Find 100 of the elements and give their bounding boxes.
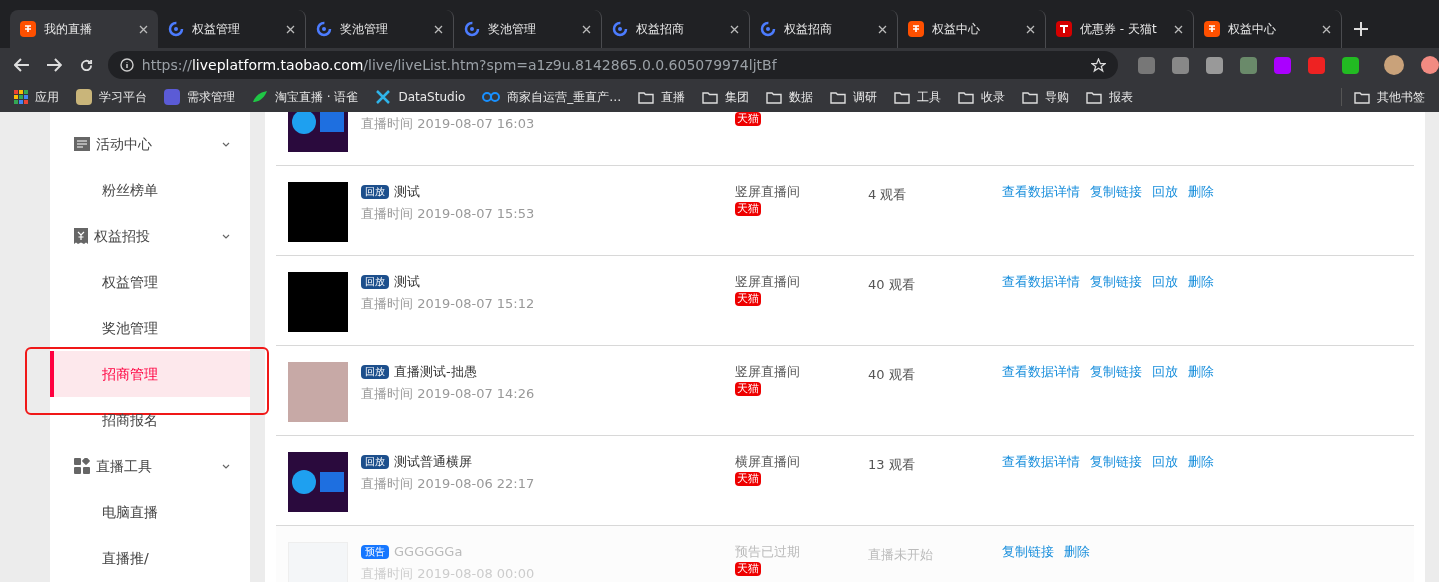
action-link[interactable]: 查看数据详情: [1002, 362, 1080, 382]
tab-title: 权益中心: [932, 21, 981, 38]
bookmark-item[interactable]: 需求管理: [164, 88, 235, 106]
live-time: 直播时间 2019-08-07 14:26: [361, 385, 536, 403]
browser-tab[interactable]: 我的直播: [10, 10, 158, 48]
extension-icon[interactable]: [1172, 56, 1189, 74]
back-arrow-icon[interactable]: [14, 58, 30, 72]
close-icon[interactable]: [286, 24, 295, 34]
action-link[interactable]: 复制链接: [1090, 452, 1142, 472]
bookmark-item[interactable]: 收录: [958, 88, 1006, 106]
live-title: GGGGGGa: [394, 543, 463, 562]
folder-icon: [1022, 90, 1039, 104]
extension-icon[interactable]: [1342, 56, 1359, 74]
action-link[interactable]: 删除: [1064, 542, 1090, 562]
close-icon[interactable]: [878, 24, 887, 34]
tab-title: 权益招商: [784, 21, 833, 38]
bookmark-item[interactable]: 调研: [830, 88, 878, 106]
taobao-logo-icon: [1204, 21, 1220, 37]
action-link[interactable]: 复制链接: [1090, 362, 1142, 382]
extension-icon[interactable]: [1274, 56, 1291, 74]
bookmark-item[interactable]: 学习平台: [76, 88, 147, 106]
view-count: 40 观看: [868, 277, 915, 292]
new-tab-icon[interactable]: [1354, 22, 1368, 36]
action-link[interactable]: 复制链接: [1002, 542, 1054, 562]
bookmark-item[interactable]: 商家自运营_垂直产…: [482, 88, 622, 106]
link-icon: [482, 91, 501, 103]
tab-title: 奖池管理: [340, 21, 389, 38]
bookmark-item[interactable]: 工具: [894, 88, 942, 106]
folder-icon: [702, 90, 719, 104]
sidebar-group[interactable]: 权益招投: [50, 213, 250, 259]
swirl-logo-icon: [464, 21, 480, 37]
action-link[interactable]: 回放: [1152, 452, 1178, 472]
status-tag: 回放: [361, 365, 389, 379]
sidebar-item[interactable]: 奖池管理: [50, 305, 250, 351]
extension-icon[interactable]: [1206, 56, 1223, 74]
game-cover-image: [288, 452, 348, 512]
action-link[interactable]: 回放: [1152, 272, 1178, 292]
notice-board-icon: [74, 136, 90, 152]
bookmark-item[interactable]: 报表: [1086, 88, 1134, 106]
extension-icon[interactable]: [1308, 56, 1325, 74]
live-time: 直播时间 2019-08-06 22:17: [361, 475, 536, 493]
close-icon[interactable]: [582, 24, 591, 34]
sidebar-group[interactable]: 直播工具: [50, 443, 250, 489]
sidebar-item[interactable]: 电脑直播: [50, 489, 250, 535]
photo-placeholder: [288, 362, 348, 422]
action-link[interactable]: 查看数据详情: [1002, 452, 1080, 472]
extension-icon[interactable]: [1138, 56, 1155, 74]
ruler-pencil-icon: [375, 89, 392, 105]
status-tag: 预告: [361, 545, 389, 559]
address-bar[interactable]: https://liveplatform.taobao.com/live/liveList.htm?spm=a1z9u.8142865.0.0.605079974ljtBf: [107, 51, 1118, 79]
folder-icon: [766, 90, 783, 104]
other-bookmarks[interactable]: 其他书签: [1341, 88, 1425, 106]
live-title: 测试: [394, 183, 420, 202]
bookmark-item[interactable]: 淘宝直播 · 语雀: [252, 88, 359, 106]
close-icon[interactable]: [730, 24, 739, 34]
status-tag: 回放: [361, 275, 389, 289]
bookmark-item[interactable]: 应用: [14, 88, 59, 106]
room-type: 竖屏直播间: [735, 183, 800, 201]
action-link[interactable]: 查看数据详情: [1002, 182, 1080, 202]
url-text: https://liveplatform.taobao.com/live/liveList.htm?spm=a1z9u.8142865.0.0.605079974ljtBf: [141, 55, 778, 75]
sidebar-item[interactable]: 粉丝榜单: [50, 167, 250, 213]
action-link[interactable]: 查看数据详情: [1002, 272, 1080, 292]
folder-icon: [1086, 90, 1103, 104]
bookmark-item[interactable]: DataStudio: [375, 88, 466, 106]
status-tag: 回放: [361, 185, 389, 199]
avatar[interactable]: [1384, 55, 1404, 75]
close-icon[interactable]: [434, 24, 443, 34]
sidebar-group[interactable]: 活动中心: [50, 121, 250, 167]
live-title: 直播测试-拙愚: [394, 363, 477, 382]
forward-arrow-icon[interactable]: [45, 58, 62, 72]
sidebar-item[interactable]: 直播推/: [50, 535, 250, 581]
folder-icon: [894, 90, 911, 104]
action-link[interactable]: 复制链接: [1090, 182, 1142, 202]
action-link[interactable]: 删除: [1188, 452, 1214, 472]
extension-icon[interactable]: [1240, 56, 1257, 74]
update-icon[interactable]: [1421, 56, 1439, 74]
sidebar-item[interactable]: 招商报名: [50, 397, 250, 443]
bookmark-item[interactable]: 集团: [702, 88, 750, 106]
tab-title: 奖池管理: [488, 21, 537, 38]
close-icon[interactable]: [1322, 24, 1331, 34]
tmall-tag: 天猫: [735, 202, 761, 216]
action-link[interactable]: 复制链接: [1090, 272, 1142, 292]
action-link[interactable]: 回放: [1152, 362, 1178, 382]
bookmark-item[interactable]: 直播: [638, 88, 686, 106]
action-link[interactable]: 回放: [1152, 182, 1178, 202]
swirl-logo-icon: [760, 21, 776, 37]
action-link[interactable]: 删除: [1188, 362, 1214, 382]
action-link[interactable]: 删除: [1188, 182, 1214, 202]
status-tag: 回放: [361, 455, 389, 469]
view-count: 13 观看: [868, 457, 915, 472]
view-count: 4 观看: [868, 187, 907, 202]
sidebar-item[interactable]: 权益管理: [50, 259, 250, 305]
reload-icon[interactable]: [78, 57, 94, 73]
star-icon[interactable]: [1091, 57, 1106, 73]
bookmark-item[interactable]: 数据: [766, 88, 814, 106]
close-icon[interactable]: [139, 24, 148, 34]
close-icon[interactable]: [1174, 24, 1183, 34]
close-icon[interactable]: [1026, 24, 1035, 34]
action-link[interactable]: 删除: [1188, 272, 1214, 292]
bookmark-item[interactable]: 导购: [1022, 88, 1070, 106]
